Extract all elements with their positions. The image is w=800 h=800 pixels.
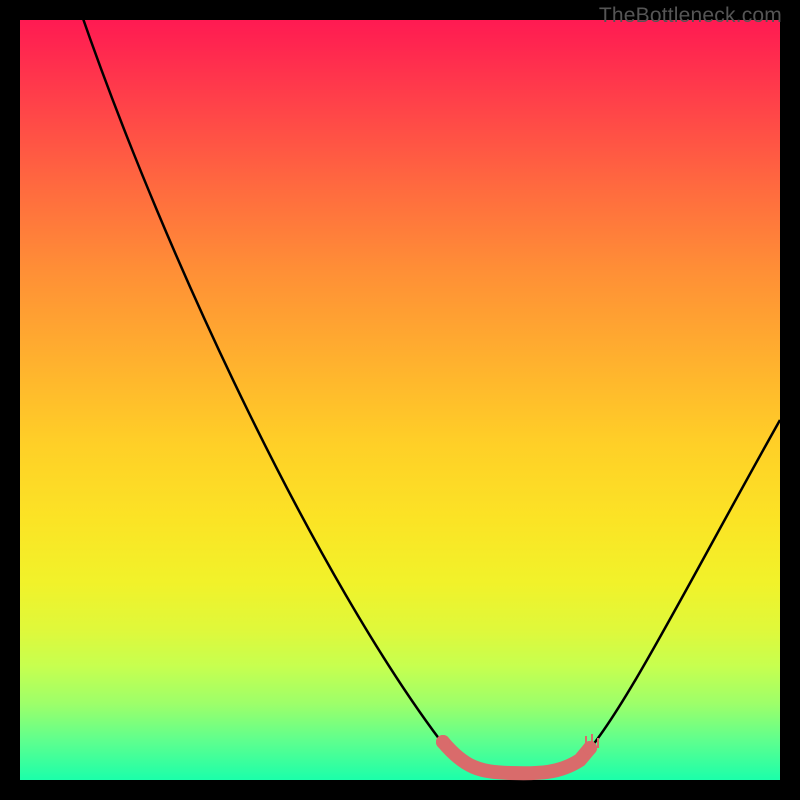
chart-plot-area [20,20,780,780]
bottleneck-curve-path [80,10,780,773]
bottleneck-curve-svg [20,20,780,780]
marker-dot-left [436,735,450,749]
flat-minimum-marker [443,742,590,773]
watermark-text: TheBottleneck.com [599,4,782,28]
